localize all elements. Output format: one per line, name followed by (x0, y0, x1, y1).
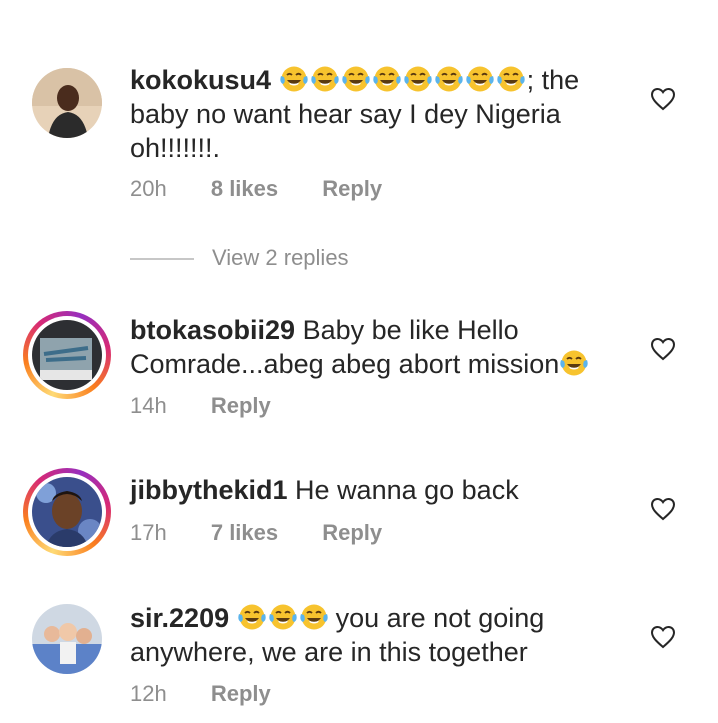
comment-text: kokokusu4 ; the baby no want hear say I … (130, 63, 630, 165)
comment-text: sir.2209 you are not going anywhere, we … (130, 601, 630, 669)
face-with-tears-of-joy-emoji (279, 66, 308, 92)
emoji-group (559, 349, 590, 379)
likes-count[interactable]: 8 likes (211, 175, 278, 203)
comment-meta: 17h 7 likes Reply (130, 519, 382, 547)
face-with-tears-of-joy-emoji (560, 350, 588, 376)
avatar-story-ring[interactable] (23, 468, 111, 556)
face-with-tears-of-joy-emoji (403, 66, 432, 92)
face-with-tears-of-joy-emoji (299, 604, 328, 630)
comment-meta: 14h Reply (130, 392, 271, 420)
reply-button[interactable]: Reply (211, 392, 271, 420)
view-replies-label: View 2 replies (212, 245, 349, 270)
avatar[interactable] (32, 604, 102, 674)
view-replies-button[interactable]: View 2 replies (130, 244, 349, 272)
timestamp: 14h (130, 393, 167, 418)
avatar-story-ring[interactable] (23, 311, 111, 399)
comment-meta: 20h 8 likes Reply (130, 175, 382, 203)
avatar-ring-gap (28, 316, 106, 394)
timestamp: 20h (130, 176, 167, 201)
heart-outline-icon[interactable] (650, 87, 676, 111)
face-with-tears-of-joy-emoji (496, 66, 525, 92)
face-with-tears-of-joy-emoji (310, 66, 339, 92)
face-with-tears-of-joy-emoji (237, 604, 266, 630)
avatar (32, 320, 102, 390)
timestamp: 17h (130, 520, 167, 545)
face-with-tears-of-joy-emoji (372, 66, 401, 92)
face-with-tears-of-joy-emoji (465, 66, 494, 92)
avatar-ring-gap (28, 473, 106, 551)
heart-outline-icon[interactable] (650, 625, 676, 649)
username[interactable]: kokokusu4 (130, 65, 271, 95)
username[interactable]: jibbythekid1 (130, 475, 288, 505)
reply-button[interactable]: Reply (322, 175, 382, 203)
reply-button[interactable]: Reply (322, 519, 382, 547)
comment-meta: 12h Reply (130, 680, 271, 708)
username[interactable]: sir.2209 (130, 603, 229, 633)
comment-body: He wanna go back (295, 475, 519, 505)
face-with-tears-of-joy-emoji (341, 66, 370, 92)
comment-text: jibbythekid1 He wanna go back (130, 473, 630, 507)
comment-text: btokasobii29 Baby be like Hello Comrade.… (130, 313, 630, 381)
username[interactable]: btokasobii29 (130, 315, 295, 345)
likes-count[interactable]: 7 likes (211, 519, 278, 547)
timestamp: 12h (130, 681, 167, 706)
heart-outline-icon[interactable] (650, 497, 676, 521)
reply-button[interactable]: Reply (211, 680, 271, 708)
avatar[interactable] (32, 68, 102, 138)
heart-outline-icon[interactable] (650, 337, 676, 361)
face-with-tears-of-joy-emoji (268, 604, 297, 630)
face-with-tears-of-joy-emoji (434, 66, 463, 92)
emoji-group (279, 65, 527, 95)
avatar (32, 477, 102, 547)
divider-line (130, 258, 194, 261)
emoji-group (237, 603, 330, 633)
